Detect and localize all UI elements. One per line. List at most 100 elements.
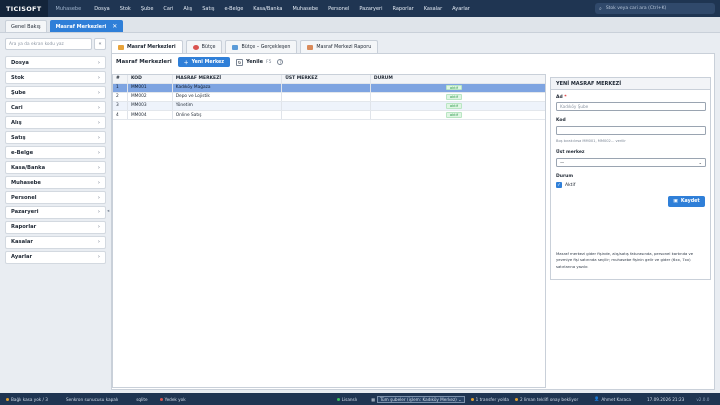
new-center-button[interactable]: ＋ Yeni Merkez xyxy=(177,57,231,67)
code-input[interactable] xyxy=(556,126,706,135)
menu-item-kasa-banka[interactable]: Kasa/Banka xyxy=(248,6,287,12)
menu-item-dosya[interactable]: Dosya xyxy=(89,6,115,12)
status-badge: aktif xyxy=(445,94,462,100)
brand-logo[interactable]: TICISOFT xyxy=(0,0,48,17)
menu-item-stok[interactable]: Stok xyxy=(115,6,136,12)
folder-icon xyxy=(118,44,124,50)
column-header-name[interactable]: MASRAF MERKEZİ xyxy=(173,75,283,83)
target-icon xyxy=(192,44,199,50)
sidebar-item-label: Kasalar xyxy=(11,239,33,246)
status-sync: Senkron sunucusu kapalı xyxy=(63,397,121,402)
status-datetime: 17.09.2026 21:23 xyxy=(644,397,687,402)
cell-name: Online Satış xyxy=(173,111,283,120)
sidebar-search-input[interactable]: Ara ya da ekran kodu yaz xyxy=(5,38,92,50)
table-row[interactable]: 2 MM002 Depo ve Lojistik aktif xyxy=(113,92,545,102)
main-content: Masraf Merkezleri Bütçe Bütçe – Gerçekle… xyxy=(111,38,715,390)
cell-parent xyxy=(282,101,371,111)
sidebar-item-pazaryeri[interactable]: Pazaryeri › xyxy=(5,205,106,220)
cell-status: aktif xyxy=(371,102,545,110)
column-header-parent[interactable]: ÜST MERKEZ xyxy=(282,75,371,83)
sidebar-item-label: Raporlar xyxy=(11,224,37,231)
subtab-masraf-merkezleri[interactable]: Masraf Merkezleri xyxy=(111,40,183,53)
sidebar-item-label: Pazaryeri xyxy=(11,209,39,216)
panel-toolbar: Masraf Merkezleri ＋ Yeni Merkez ↻ Yenile… xyxy=(112,54,714,70)
sidebar-resize-handle[interactable]: ◂ xyxy=(107,209,109,214)
menu-item-satis[interactable]: Satış xyxy=(197,6,219,12)
sidebar-item-ebelge[interactable]: e-Belge › xyxy=(5,145,106,160)
status-offers[interactable]: 2 liman teklifi onay bekliyor xyxy=(512,397,581,402)
brand-name: TICISOFT xyxy=(6,4,42,13)
status-transfer[interactable]: 1 transfer yolda xyxy=(468,397,512,402)
sidebar-item-stok[interactable]: Stok › xyxy=(5,70,106,85)
cell-parent xyxy=(282,92,371,101)
warning-dot-icon xyxy=(470,397,474,401)
column-header-no[interactable]: # xyxy=(113,75,128,83)
sidebar-item-raporlar[interactable]: Raporlar › xyxy=(5,220,106,235)
close-icon[interactable]: ✕ xyxy=(112,23,117,30)
table-row[interactable]: 1 MM001 Kadıköy Mağaza aktif xyxy=(113,83,545,93)
menu-item-personel[interactable]: Personel xyxy=(323,6,354,12)
sidebar-item-satis[interactable]: Satış › xyxy=(5,130,106,145)
menu-item-muhasebe[interactable]: Muhasebe xyxy=(287,6,323,12)
sidebar-item-muhasebe[interactable]: Muhasebe › xyxy=(5,175,106,190)
chevron-right-icon: › xyxy=(97,239,100,246)
column-header-code[interactable]: KOD xyxy=(128,75,173,83)
menu-item-raporlar[interactable]: Raporlar xyxy=(387,6,418,12)
tab-genel-bakis[interactable]: Genel Bakış xyxy=(5,20,47,32)
branch-icon: ▦ xyxy=(371,396,376,402)
table-row[interactable]: 3 MM003 Yönetim aktif xyxy=(113,101,545,112)
table-row[interactable]: 4 MM004 Online Satış aktif xyxy=(113,111,545,121)
refresh-button[interactable]: ↻ Yenile F5 xyxy=(236,58,271,66)
branch-select[interactable]: ▦ Tüm şubeler (işlem: Kadıköy Merkez) ⌄ xyxy=(368,395,468,403)
form-description: Masraf merkezi gider fişinde, alış/satış… xyxy=(556,251,694,269)
status-kasa[interactable]: Bağlı kasa yok / 3 xyxy=(3,397,51,402)
sidebar-item-ayarlar[interactable]: Ayarlar › xyxy=(5,250,106,265)
sidebar-collapse-button[interactable]: « xyxy=(94,38,106,50)
sidebar-item-dosya[interactable]: Dosya › xyxy=(5,56,106,70)
column-header-status[interactable]: DURUM xyxy=(371,75,545,83)
global-search-input[interactable]: ⌕ Stok veya cari ara (Ctrl+K) xyxy=(595,3,715,14)
status-backup[interactable]: Yedek yok xyxy=(157,397,189,402)
menu-item-pazaryeri[interactable]: Pazaryeri xyxy=(354,6,387,12)
branch-select-box[interactable]: Tüm şubeler (işlem: Kadıköy Merkez) ⌄ xyxy=(377,395,465,403)
menu-item-sube[interactable]: Şube xyxy=(136,6,159,12)
chevron-right-icon: › xyxy=(97,164,100,171)
menu-item-alis[interactable]: Alış xyxy=(178,6,197,12)
cell-no: 3 xyxy=(113,101,128,111)
sidebar-item-alis[interactable]: Alış › xyxy=(5,115,106,130)
status-badge: aktif xyxy=(445,84,462,91)
cell-no: 4 xyxy=(113,111,128,120)
save-button[interactable]: ▣ Kaydet xyxy=(668,196,705,207)
parent-select[interactable]: — ⌄ xyxy=(556,158,706,167)
sidebar-item-kasalar[interactable]: Kasalar › xyxy=(5,235,106,250)
status-user[interactable]: 👤 Ahmet Karaca xyxy=(591,396,634,402)
sidebar-item-cari[interactable]: Cari › xyxy=(5,100,106,115)
subtab-label: Masraf Merkezi Raporu xyxy=(316,44,372,50)
tab-masraf-merkezleri[interactable]: Masraf Merkezleri ✕ xyxy=(49,20,124,32)
subtab-butce-gerceklesen[interactable]: Bütçe – Gerçekleşen xyxy=(225,40,298,53)
chevron-right-icon: › xyxy=(97,104,100,111)
name-input[interactable]: Kadıköy Şube xyxy=(556,102,706,111)
sidebar-item-sube[interactable]: Şube › xyxy=(5,85,106,100)
cell-parent xyxy=(282,83,371,92)
active-checkbox[interactable]: ✓ Aktif xyxy=(556,182,575,188)
menu-item-kasalar[interactable]: Kasalar xyxy=(419,6,447,12)
chevron-down-icon: ⌄ xyxy=(698,160,702,165)
subtab-masraf-merkezi-raporu[interactable]: Masraf Merkezi Raporu xyxy=(300,40,379,53)
cell-status: aktif xyxy=(371,111,545,119)
status-text: sqlite xyxy=(136,396,148,402)
subtab-butce[interactable]: Bütçe xyxy=(185,40,223,53)
menu-item-ayarlar[interactable]: Ayarlar xyxy=(447,6,475,12)
menu-item-ebelge[interactable]: e-Belge xyxy=(219,6,248,12)
cell-no: 2 xyxy=(113,92,128,101)
help-icon[interactable]: ? xyxy=(277,59,284,65)
status-license: Lisanslı xyxy=(334,397,360,402)
module-subtabs: Masraf Merkezleri Bütçe Bütçe – Gerçekle… xyxy=(111,38,715,53)
sidebar-item-personel[interactable]: Personel › xyxy=(5,190,106,205)
new-cost-center-form: YENİ MASRAF MERKEZİ Ad * Kadıköy Şube Ko… xyxy=(550,77,711,280)
cell-name: Yönetim xyxy=(173,101,283,111)
panel-title: Masraf Merkezleri xyxy=(116,59,172,65)
sidebar-item-kasa-banka[interactable]: Kasa/Banka › xyxy=(5,160,106,175)
menu-item-cari[interactable]: Cari xyxy=(158,6,178,12)
sidebar-item-label: Alış xyxy=(11,119,22,126)
